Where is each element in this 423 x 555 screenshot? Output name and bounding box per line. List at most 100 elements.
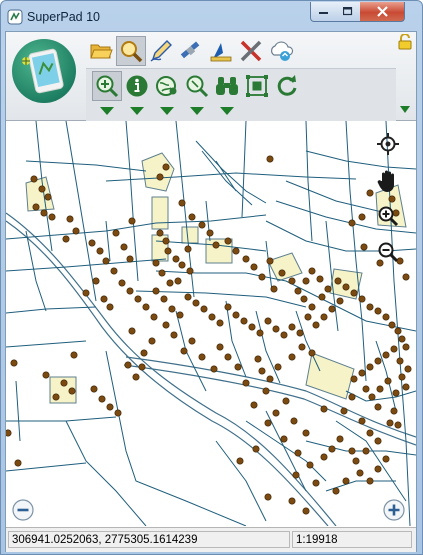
map-point-feature[interactable]	[158, 269, 166, 277]
map-point-feature[interactable]	[356, 469, 364, 477]
map-point-feature[interactable]	[242, 255, 250, 263]
map-point-feature[interactable]	[90, 385, 98, 393]
map-point-feature[interactable]	[160, 295, 168, 303]
zoom-out-circle-button[interactable]	[12, 499, 38, 525]
map-point-feature[interactable]	[102, 257, 110, 265]
zoom-in-tool-button[interactable]	[92, 71, 122, 101]
map-point-feature[interactable]	[162, 163, 170, 171]
map-point-feature[interactable]	[394, 327, 402, 335]
map-view[interactable]	[6, 121, 416, 526]
map-point-feature[interactable]	[318, 293, 326, 301]
tools-button[interactable]	[236, 36, 266, 66]
layers-tool-button[interactable]	[152, 71, 182, 101]
map-point-feature[interactable]	[336, 297, 344, 305]
info-dropdown-arrow[interactable]	[130, 107, 144, 115]
map-point-feature[interactable]	[106, 303, 114, 311]
map-point-feature[interactable]	[308, 349, 316, 357]
map-point-feature[interactable]	[352, 457, 360, 465]
zoom-to-dropdown-arrow[interactable]	[190, 107, 204, 115]
map-point-feature[interactable]	[342, 283, 350, 291]
map-point-feature[interactable]	[306, 461, 314, 469]
map-point-feature[interactable]	[200, 305, 208, 313]
map-point-feature[interactable]	[324, 285, 332, 293]
map-canvas[interactable]	[6, 121, 416, 526]
map-point-feature[interactable]	[100, 295, 108, 303]
map-point-feature[interactable]	[402, 273, 410, 281]
map-point-feature[interactable]	[266, 155, 274, 163]
map-point-feature[interactable]	[162, 321, 170, 329]
map-point-feature[interactable]	[42, 371, 50, 379]
map-point-feature[interactable]	[128, 217, 136, 225]
map-point-feature[interactable]	[264, 317, 272, 325]
map-point-feature[interactable]	[348, 393, 356, 401]
map-point-feature[interactable]	[328, 305, 336, 313]
map-point-feature[interactable]	[156, 173, 164, 181]
map-point-feature[interactable]	[150, 313, 158, 321]
map-point-feature[interactable]	[300, 295, 308, 303]
map-point-feature[interactable]	[348, 219, 356, 227]
map-point-feature[interactable]	[288, 277, 296, 285]
map-point-feature[interactable]	[186, 267, 194, 275]
map-point-feature[interactable]	[358, 295, 366, 303]
map-point-feature[interactable]	[66, 215, 74, 223]
map-point-feature[interactable]	[376, 385, 384, 393]
map-point-feature[interactable]	[242, 379, 250, 387]
map-point-feature[interactable]	[10, 359, 18, 367]
map-point-feature[interactable]	[68, 387, 76, 395]
title-bar[interactable]: SuperPad 10	[1, 1, 422, 33]
map-point-feature[interactable]	[258, 367, 266, 375]
map-point-feature[interactable]	[272, 409, 280, 417]
map-point-feature[interactable]	[366, 477, 374, 485]
map-point-feature[interactable]	[308, 303, 316, 311]
map-point-feature[interactable]	[234, 363, 242, 371]
map-point-feature[interactable]	[334, 277, 342, 285]
map-point-feature[interactable]	[374, 437, 382, 445]
map-point-feature[interactable]	[216, 319, 224, 327]
map-point-feature[interactable]	[152, 259, 160, 267]
map-point-feature[interactable]	[118, 279, 126, 287]
info-tool-button[interactable]	[122, 71, 152, 101]
map-point-feature[interactable]	[390, 345, 398, 353]
layers-dropdown-arrow[interactable]	[160, 107, 174, 115]
map-point-feature[interactable]	[316, 275, 324, 283]
pan-button[interactable]	[377, 169, 403, 195]
map-point-feature[interactable]	[386, 419, 394, 427]
map-point-feature[interactable]	[52, 393, 60, 401]
map-point-feature[interactable]	[288, 323, 296, 331]
map-point-feature[interactable]	[126, 255, 134, 263]
map-point-feature[interactable]	[302, 277, 310, 285]
map-point-feature[interactable]	[320, 405, 328, 413]
map-point-feature[interactable]	[320, 453, 328, 461]
map-point-feature[interactable]	[388, 321, 396, 329]
map-point-feature[interactable]	[358, 213, 366, 221]
map-point-feature[interactable]	[132, 373, 140, 381]
map-point-feature[interactable]	[342, 477, 350, 485]
map-point-feature[interactable]	[82, 289, 90, 297]
map-point-feature[interactable]	[184, 293, 192, 301]
map-point-feature[interactable]	[184, 245, 192, 253]
map-point-feature[interactable]	[266, 257, 274, 265]
map-point-feature[interactable]	[294, 287, 302, 295]
map-point-feature[interactable]	[142, 303, 150, 311]
map-point-feature[interactable]	[402, 343, 410, 351]
map-point-feature[interactable]	[262, 387, 270, 395]
map-point-feature[interactable]	[192, 299, 200, 307]
map-point-feature[interactable]	[172, 255, 180, 263]
gps-button[interactable]	[176, 36, 206, 66]
map-point-feature[interactable]	[390, 407, 398, 415]
map-point-feature[interactable]	[366, 429, 374, 437]
map-point-feature[interactable]	[350, 289, 358, 297]
map-point-feature[interactable]	[198, 353, 206, 361]
map-point-feature[interactable]	[350, 375, 358, 383]
map-point-feature[interactable]	[272, 325, 280, 333]
maximize-button[interactable]	[335, 2, 361, 22]
map-point-feature[interactable]	[110, 267, 118, 275]
map-point-feature[interactable]	[296, 329, 304, 337]
map-point-feature[interactable]	[250, 263, 258, 271]
zoom-in-dropdown-arrow[interactable]	[100, 107, 114, 115]
map-point-feature[interactable]	[374, 307, 382, 315]
map-point-feature[interactable]	[396, 357, 404, 365]
map-point-feature[interactable]	[30, 175, 38, 183]
map-point-feature[interactable]	[288, 353, 296, 361]
map-point-feature[interactable]	[294, 449, 302, 457]
